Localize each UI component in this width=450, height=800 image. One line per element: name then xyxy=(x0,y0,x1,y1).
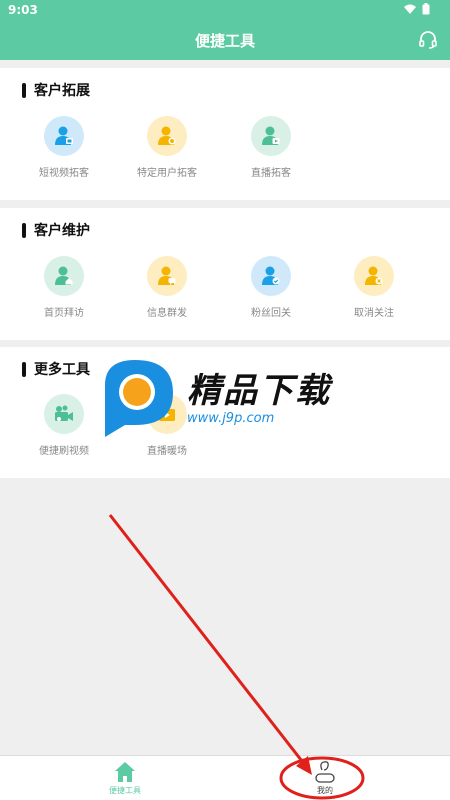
headset-icon[interactable] xyxy=(418,30,438,50)
section-title: 客户拓展 xyxy=(22,80,90,100)
user-message-icon xyxy=(147,256,187,296)
nav-tab-mine[interactable]: 我的 xyxy=(280,758,370,796)
status-icons xyxy=(404,3,430,15)
watermark-text: 精品下载 xyxy=(187,371,331,411)
section-title: 客户维护 xyxy=(22,220,90,240)
watermark: 精品下载 www.j9p.com xyxy=(95,355,355,445)
video-camera-icon xyxy=(44,394,84,434)
section-title: 更多工具 xyxy=(22,359,90,379)
user-live-icon xyxy=(251,116,291,156)
tool-specific-user-expand[interactable]: 特定用户拓客 xyxy=(115,116,219,179)
watermark-logo-icon xyxy=(105,360,173,437)
wifi-icon xyxy=(404,4,416,14)
tool-unfollow[interactable]: 取消关注 xyxy=(322,256,426,319)
status-bar: 9:03 xyxy=(0,0,450,20)
watermark-url: www.j9p.com xyxy=(187,411,275,426)
section-customer-maintenance: 客户维护 首页拜访 信息群发 粉丝回关 取消关注 xyxy=(0,208,450,340)
tool-live-expand[interactable]: 直播拓客 xyxy=(219,116,323,179)
user-unfollow-icon xyxy=(354,256,394,296)
tool-homepage-visit[interactable]: 首页拜访 xyxy=(12,256,116,319)
home-icon xyxy=(115,762,135,782)
user-follow-icon xyxy=(251,256,291,296)
section-customer-expansion: 客户拓展 短视频拓客 特定用户拓客 直播拓客 xyxy=(0,68,450,200)
tool-short-video-expand[interactable]: 短视频拓客 xyxy=(12,116,116,179)
app-header: 便捷工具 xyxy=(0,20,450,60)
tool-mass-message[interactable]: 信息群发 xyxy=(115,256,219,319)
user-video-icon xyxy=(44,116,84,156)
user-home-icon xyxy=(44,256,84,296)
bottom-nav: 便捷工具 我的 xyxy=(0,755,450,800)
annotation-arrow xyxy=(108,514,307,766)
user-search-icon xyxy=(147,116,187,156)
nav-tab-tools[interactable]: 便捷工具 xyxy=(80,758,170,796)
nav-label: 我的 xyxy=(317,786,333,795)
nav-label: 便捷工具 xyxy=(109,786,141,795)
tool-follow-back[interactable]: 粉丝回关 xyxy=(219,256,323,319)
profile-icon xyxy=(315,761,335,783)
page-title: 便捷工具 xyxy=(194,32,255,50)
status-time: 9:03 xyxy=(8,3,38,17)
battery-icon xyxy=(422,3,430,15)
